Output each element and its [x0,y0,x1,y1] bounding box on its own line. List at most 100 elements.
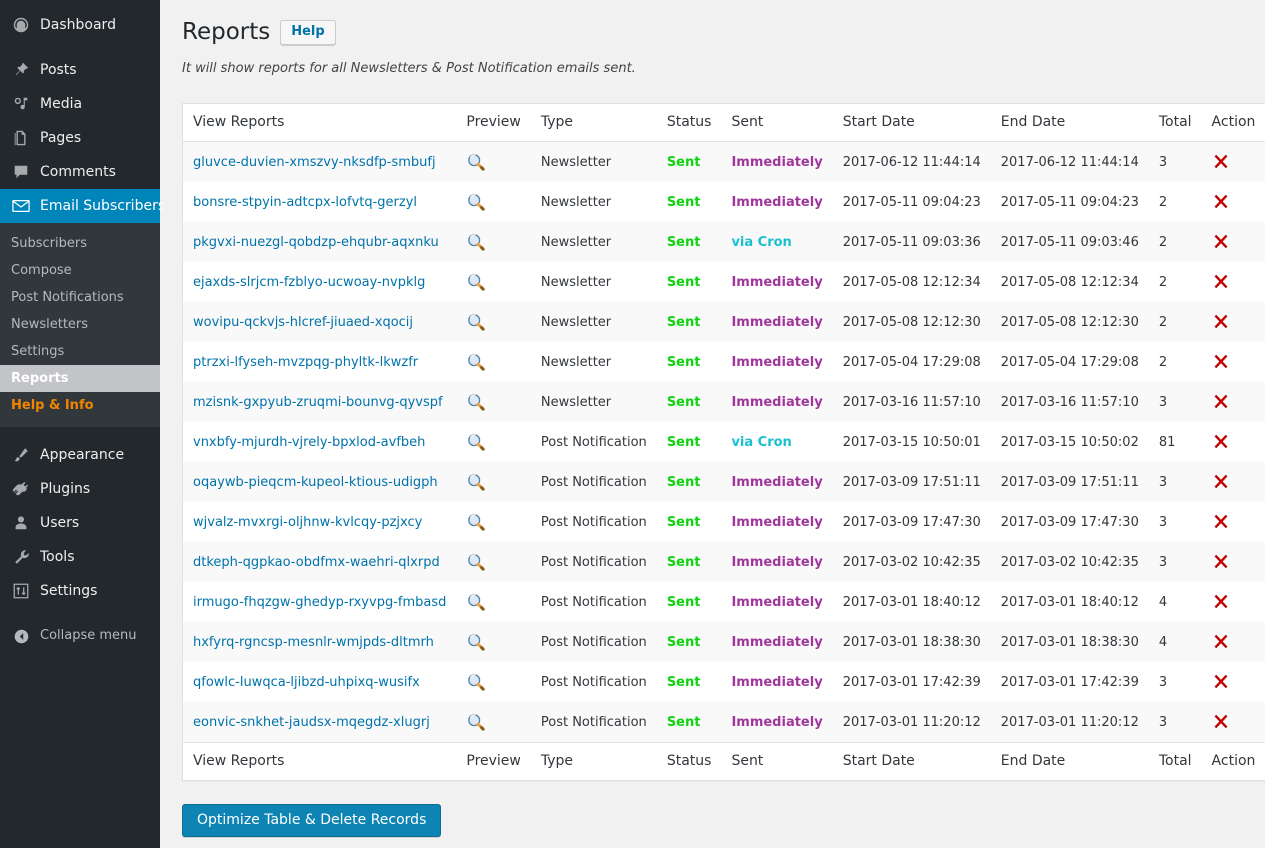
sidebar-item-comments[interactable]: Comments [0,155,160,189]
report-link[interactable]: dtkeph-qgpkao-obdfmx-waehri-qlxrpd [193,555,440,570]
column-footer-start-date[interactable]: Start Date [832,742,991,781]
report-link[interactable]: wjvalz-mvxrgi-oljhnw-kvlcqy-pzjxcy [193,515,422,530]
sidebar-item-appearance[interactable]: Appearance [0,438,160,472]
delete-x-icon[interactable] [1212,393,1230,411]
magnifier-icon[interactable] [466,672,486,692]
magnifier-icon[interactable] [466,352,486,372]
cell-start-date: 2017-05-11 09:04:23 [832,182,991,222]
report-link[interactable]: eonvic-snkhet-jaudsx-mqegdz-xlugrj [193,715,430,730]
sidebar-item-es-settings[interactable]: Settings [0,338,160,365]
report-link[interactable]: bonsre-stpyin-adtcpx-lofvtq-gerzyl [193,195,417,210]
sidebar-item-compose[interactable]: Compose [0,257,160,284]
sidebar-item-post-notifications[interactable]: Post Notifications [0,284,160,311]
sidebar-item-dashboard[interactable]: Dashboard [0,8,160,42]
report-link[interactable]: pkgvxi-nuezgl-qobdzp-ehqubr-aqxnku [193,235,439,250]
report-link[interactable]: qfowlc-luwqca-ljibzd-uhpixq-wusifx [193,675,420,690]
magnifier-icon[interactable] [466,512,486,532]
magnifier-icon[interactable] [466,552,486,572]
report-link[interactable]: mzisnk-gxpyub-zruqmi-bounvg-qyvspf [193,395,443,410]
table-row: mzisnk-gxpyub-zruqmi-bounvg-qyvspf Newsle… [182,382,1265,422]
column-footer-status[interactable]: Status [656,742,722,781]
reports-table-container: View Reports Preview Type Status Sent St… [182,103,1265,781]
report-link[interactable]: oqaywb-pieqcm-kupeol-ktious-udigph [193,475,438,490]
sidebar-item-label: Posts [40,62,77,78]
column-footer-total[interactable]: Total [1148,742,1202,781]
help-button[interactable]: Help [280,20,336,45]
page-header: Reports Help [182,18,1243,47]
sidebar-item-subscribers[interactable]: Subscribers [0,230,160,257]
sidebar-item-tools[interactable]: Tools [0,540,160,574]
sidebar-item-help-info[interactable]: Help & Info [0,392,160,419]
magnifier-icon[interactable] [466,472,486,492]
sidebar-item-label: Settings [40,583,98,599]
delete-x-icon[interactable] [1212,713,1230,731]
column-footer-action[interactable]: Action [1201,742,1265,781]
collapse-menu-button[interactable]: Collapse menu [0,619,160,653]
sidebar-item-email-subscribers[interactable]: Email Subscribers [0,189,168,223]
cell-view-report: eonvic-snkhet-jaudsx-mqegdz-xlugrj [182,702,457,743]
delete-x-icon[interactable] [1212,153,1230,171]
optimize-table-delete-records-button[interactable]: Optimize Table & Delete Records [182,804,442,837]
magnifier-icon[interactable] [466,272,486,292]
magnifier-icon[interactable] [466,192,486,212]
delete-x-icon[interactable] [1212,433,1230,451]
column-footer-preview[interactable]: Preview [456,742,531,781]
column-header-view-reports[interactable]: View Reports [182,103,457,142]
cell-total: 3 [1148,462,1202,502]
delete-x-icon[interactable] [1212,633,1230,651]
magnifier-icon[interactable] [466,712,486,732]
sidebar-item-reports[interactable]: Reports [0,365,160,392]
cell-end-date: 2017-03-01 18:40:12 [990,582,1149,622]
delete-x-icon[interactable] [1212,513,1230,531]
report-link[interactable]: vnxbfy-mjurdh-vjrely-bpxlod-avfbeh [193,435,425,450]
magnifier-icon[interactable] [466,232,486,252]
magnifier-icon[interactable] [466,432,486,452]
magnifier-icon[interactable] [466,152,486,172]
column-footer-sent[interactable]: Sent [721,742,833,781]
sidebar-item-posts[interactable]: Posts [0,53,160,87]
sidebar-item-newsletters[interactable]: Newsletters [0,311,160,338]
sidebar-item-pages[interactable]: Pages [0,121,160,155]
cell-type: Newsletter [530,222,657,262]
sidebar-item-users[interactable]: Users [0,506,160,540]
delete-x-icon[interactable] [1212,353,1230,371]
column-header-start-date[interactable]: Start Date [832,103,991,142]
report-link[interactable]: hxfyrq-rgncsp-mesnlr-wmjpds-dltmrh [193,635,434,650]
cell-start-date: 2017-05-04 17:29:08 [832,342,991,382]
column-footer-type[interactable]: Type [530,742,657,781]
column-header-sent[interactable]: Sent [721,103,833,142]
magnifier-icon[interactable] [466,312,486,332]
delete-x-icon[interactable] [1212,193,1230,211]
delete-x-icon[interactable] [1212,593,1230,611]
column-header-total[interactable]: Total [1148,103,1202,142]
column-header-preview[interactable]: Preview [456,103,531,142]
report-link[interactable]: irmugo-fhqzgw-ghedyp-rxyvpg-fmbasd [193,595,446,610]
column-header-action[interactable]: Action [1201,103,1265,142]
column-header-status[interactable]: Status [656,103,722,142]
delete-x-icon[interactable] [1212,233,1230,251]
column-header-end-date[interactable]: End Date [990,103,1149,142]
column-header-type[interactable]: Type [530,103,657,142]
main-content: Reports Help It will show reports for al… [160,0,1265,848]
report-link[interactable]: gluvce-duvien-xmszvy-nksdfp-smbufj [193,155,436,170]
magnifier-icon[interactable] [466,392,486,412]
report-link[interactable]: ptrzxi-lfyseh-mvzpqg-phyltk-lkwzfr [193,355,418,370]
column-footer-view-reports[interactable]: View Reports [182,742,457,781]
delete-x-icon[interactable] [1212,273,1230,291]
column-footer-end-date[interactable]: End Date [990,742,1149,781]
cell-type: Newsletter [530,342,657,382]
report-link[interactable]: ejaxds-slrjcm-fzblyo-ucwoay-nvpklg [193,275,425,290]
table-row: vnxbfy-mjurdh-vjrely-bpxlod-avfbeh Post N… [182,422,1265,462]
magnifier-icon[interactable] [466,632,486,652]
magnifier-icon[interactable] [466,592,486,612]
sidebar-item-settings[interactable]: Settings [0,574,160,608]
cell-end-date: 2017-03-16 11:57:10 [990,382,1149,422]
delete-x-icon[interactable] [1212,313,1230,331]
delete-x-icon[interactable] [1212,553,1230,571]
delete-x-icon[interactable] [1212,473,1230,491]
delete-x-icon[interactable] [1212,673,1230,691]
report-link[interactable]: wovipu-qckvjs-hlcref-jiuaed-xqocij [193,315,413,330]
cell-preview [456,302,531,342]
sidebar-item-media[interactable]: Media [0,87,160,121]
sidebar-item-plugins[interactable]: Plugins [0,472,160,506]
